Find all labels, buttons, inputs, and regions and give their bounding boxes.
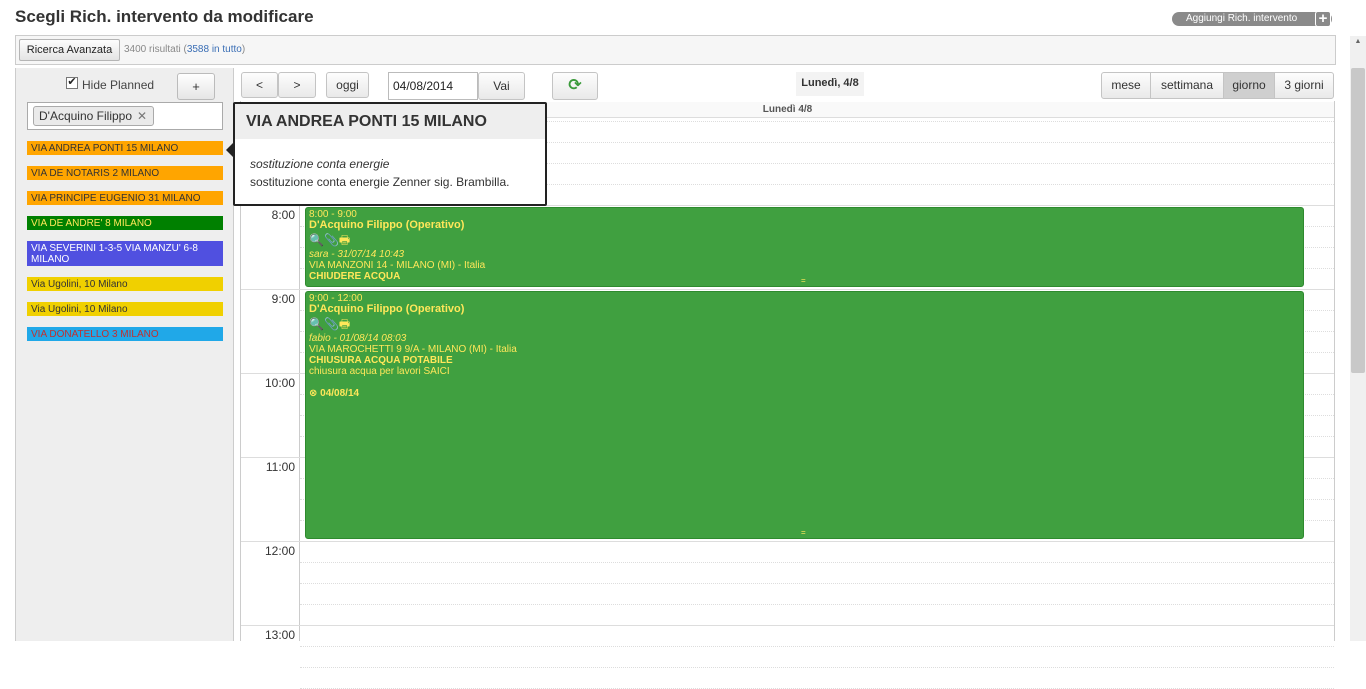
today-button[interactable]: oggi	[326, 72, 369, 98]
tooltip-arrow	[226, 143, 233, 157]
job-item[interactable]: VIA DE NOTARIS 2 MILANO	[27, 166, 223, 180]
resize-handle[interactable]: =	[801, 527, 806, 538]
grid-line	[300, 562, 1334, 563]
job-item[interactable]: Via Ugolini, 10 Milano	[27, 302, 223, 316]
page-title: Scegli Rich. intervento da modificare	[15, 7, 314, 26]
add-request-button[interactable]: Aggiungi Rich. intervento +	[1172, 11, 1332, 27]
advanced-search-button[interactable]: Ricerca Avanzata	[19, 39, 120, 61]
scrollbar-thumb[interactable]	[1351, 68, 1365, 373]
plus-icon: +	[1315, 11, 1331, 27]
remove-tag-icon[interactable]: ✕	[137, 109, 147, 123]
date-input[interactable]: 04/08/2014	[388, 72, 478, 100]
scroll-up-icon[interactable]: ▲	[1351, 38, 1365, 52]
hour-label: 10:00	[264, 376, 295, 390]
grid-line	[300, 646, 1334, 647]
view-week-button[interactable]: settimana	[1150, 72, 1224, 99]
event-operator: D'Acquino Filippo (Operativo)	[309, 219, 465, 231]
event-address: VIA MANZONI 14 - MILANO (MI) - Italia	[309, 260, 486, 271]
hour-label: 12:00	[264, 544, 295, 558]
hour-line	[241, 289, 1334, 290]
tooltip-subtitle: sostituzione conta energie	[250, 157, 390, 171]
add-request-label: Aggiungi Rich. intervento	[1186, 13, 1298, 24]
tooltip-title: VIA ANDREA PONTI 15 MILANO	[246, 113, 487, 130]
hour-label: 8:00	[271, 208, 295, 222]
hide-planned-label: Hide Planned	[82, 78, 155, 92]
calendar-event[interactable]: 8:00 - 9:00 D'Acquino Filippo (Operativo…	[305, 207, 1304, 287]
event-action-icons[interactable]: 🔍📎🖶	[309, 233, 1300, 247]
results-count: 3400 risultati (3588 in tutto)	[124, 44, 245, 55]
hour-label: 13:00	[264, 628, 295, 642]
resize-handle[interactable]: =	[801, 275, 806, 286]
results-end: )	[241, 44, 246, 55]
job-item[interactable]: VIA DONATELLO 3 MILANO	[27, 327, 223, 341]
calendar-event[interactable]: 9:00 - 12:00 D'Acquino Filippo (Operativ…	[305, 291, 1304, 539]
event-date: ⊗ 04/08/14	[309, 388, 360, 399]
job-item[interactable]: VIA ANDREA PONTI 15 MILANO	[27, 141, 223, 155]
operator-tag: D'Acquino Filippo ✕	[33, 106, 155, 126]
event-address: VIA MAROCHETTI 9 9/A - MILANO (MI) - Ita…	[309, 344, 517, 355]
results-text: 3400 risultati (	[124, 44, 187, 55]
go-button[interactable]: Vai	[478, 72, 525, 100]
grid-line	[300, 667, 1334, 668]
total-link[interactable]: 3588 in tutto	[187, 44, 242, 55]
next-button[interactable]: >	[278, 72, 316, 98]
job-item[interactable]: VIA DE ANDRE' 8 MILANO	[27, 216, 223, 230]
event-action-icons[interactable]: 🔍📎🖶	[309, 317, 1300, 331]
refresh-icon[interactable]: ⟳	[552, 72, 598, 100]
grid-line	[300, 583, 1334, 584]
hide-planned-checkbox[interactable]: ✔	[66, 77, 78, 89]
view-month-button[interactable]: mese	[1101, 72, 1151, 99]
job-item[interactable]: VIA SEVERINI 1-3-5 VIA MANZU' 6-8 MILANO	[27, 241, 223, 266]
prev-button[interactable]: <	[241, 72, 278, 98]
day-title: Lunedì, 4/8	[796, 72, 864, 96]
operator-tag-label: D'Acquino Filippo	[39, 109, 133, 123]
event-operator: D'Acquino Filippo (Operativo)	[309, 303, 465, 315]
view-3days-button[interactable]: 3 giorni	[1274, 72, 1334, 99]
add-filter-button[interactable]: +	[177, 73, 215, 100]
job-item[interactable]: Via Ugolini, 10 Milano	[27, 277, 223, 291]
hour-line	[241, 625, 1334, 626]
hour-line	[241, 541, 1334, 542]
event-note: chiusura acqua per lavori SAICI	[309, 366, 450, 377]
job-item[interactable]: VIA PRINCIPE EUGENIO 31 MILANO	[27, 191, 223, 205]
event-author: fabio - 01/08/14 08:03	[309, 333, 407, 344]
hour-label: 11:00	[265, 460, 295, 474]
event-subject: CHIUSURA ACQUA POTABILE	[309, 355, 453, 366]
hour-label: 9:00	[271, 292, 295, 306]
view-day-button[interactable]: giorno	[1223, 72, 1275, 99]
tooltip-description: sostituzione conta energie Zenner sig. B…	[250, 175, 510, 189]
event-author: sara - 31/07/14 10:43	[309, 249, 405, 260]
grid-line	[300, 604, 1334, 605]
